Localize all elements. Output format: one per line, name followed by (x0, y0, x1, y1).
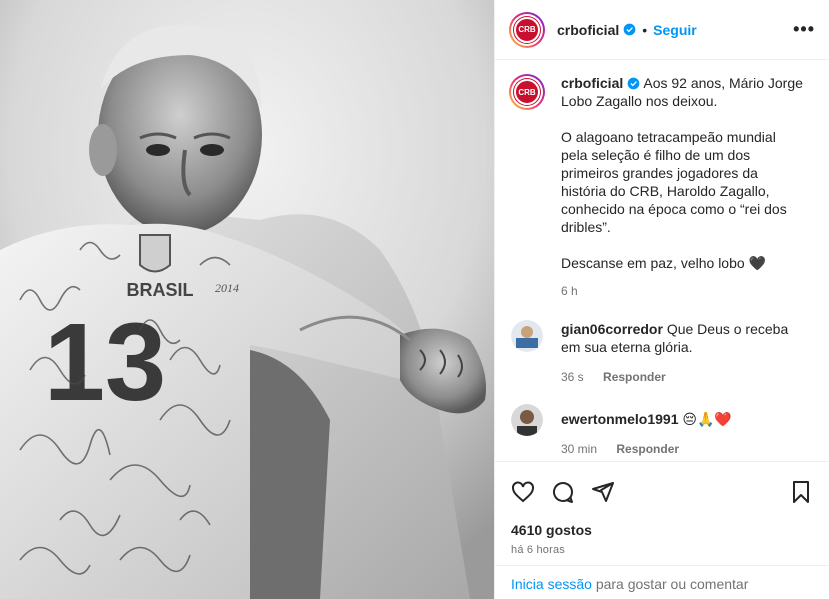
heart-icon[interactable] (511, 480, 535, 504)
comment-time[interactable]: 36 s (561, 370, 584, 384)
post-image[interactable]: BRASIL 13 2014 (0, 0, 494, 599)
comment-time[interactable]: 30 min (561, 442, 597, 456)
comment-item: ewertonmelo1991 😔🙏❤️ 30 min Responder (509, 404, 813, 458)
caption-line: pela seleção é filho de um dos (561, 147, 751, 163)
more-options-icon[interactable]: ••• (793, 19, 815, 40)
profile-avatar[interactable]: CRB (509, 11, 545, 48)
share-icon[interactable] (591, 480, 615, 504)
shirt-text: BRASIL (127, 280, 194, 300)
likes-count[interactable]: 4610 gostos (511, 522, 813, 538)
header-username[interactable]: crboficial (557, 22, 619, 38)
caption-line: Lobo Zagallo nos deixou. (561, 93, 718, 109)
reply-button[interactable]: Responder (616, 442, 679, 456)
commenter-avatar[interactable] (511, 404, 543, 436)
action-bar: 4610 gostos há 6 horas (495, 461, 829, 556)
verified-icon (623, 23, 636, 36)
reply-button[interactable]: Responder (603, 370, 666, 384)
caption-line: dribles”. (561, 219, 611, 235)
verified-icon (627, 77, 640, 90)
post-header: CRB crboficial • Seguir ••• (495, 0, 829, 60)
caption-username[interactable]: crboficial (561, 75, 623, 91)
comment-username[interactable]: ewertonmelo1991 (561, 411, 679, 427)
caption: CRB crboficial Aos 92 anos, Mário Jorge … (509, 74, 813, 298)
comments-section[interactable]: CRB crboficial Aos 92 anos, Mário Jorge … (495, 60, 829, 461)
caption-line: Descanse em paz, velho lobo 🖤 (561, 255, 766, 271)
post-panel: CRB crboficial • Seguir ••• CRB crbofici… (494, 0, 829, 599)
login-prompt: Inicia sessão para gostar ou comentar (495, 565, 829, 599)
signature-year: 2014 (215, 281, 239, 295)
caption-line: O alagoano tetracampeão mundial (561, 129, 776, 145)
bookmark-icon[interactable] (789, 480, 813, 504)
comment-username[interactable]: gian06corredor (561, 321, 663, 337)
commenter-avatar[interactable] (511, 320, 543, 352)
login-link[interactable]: Inicia sessão (511, 576, 592, 592)
caption-time[interactable]: 6 h (561, 284, 813, 298)
shirt-number: 13 (44, 301, 166, 424)
crb-logo: CRB (514, 79, 540, 105)
caption-line: conhecido na época como o “rei dos (561, 201, 787, 217)
follow-button[interactable]: Seguir (653, 22, 697, 38)
post-time[interactable]: há 6 horas (511, 544, 813, 556)
caption-line: história do CRB, Haroldo Zagallo, (561, 183, 770, 199)
caption-avatar[interactable]: CRB (509, 74, 545, 110)
crb-logo: CRB (514, 16, 540, 43)
comment-text: 😔🙏❤️ (682, 411, 732, 427)
caption-line: primeiros grandes jogadores da (561, 165, 758, 181)
comment-icon[interactable] (551, 480, 575, 504)
login-text: para gostar ou comentar (591, 576, 749, 592)
caption-line: Aos 92 anos, Mário Jorge (643, 75, 803, 91)
comment-item: gian06corredor Que Deus o receba em sua … (509, 320, 813, 386)
separator-dot: • (642, 21, 648, 38)
